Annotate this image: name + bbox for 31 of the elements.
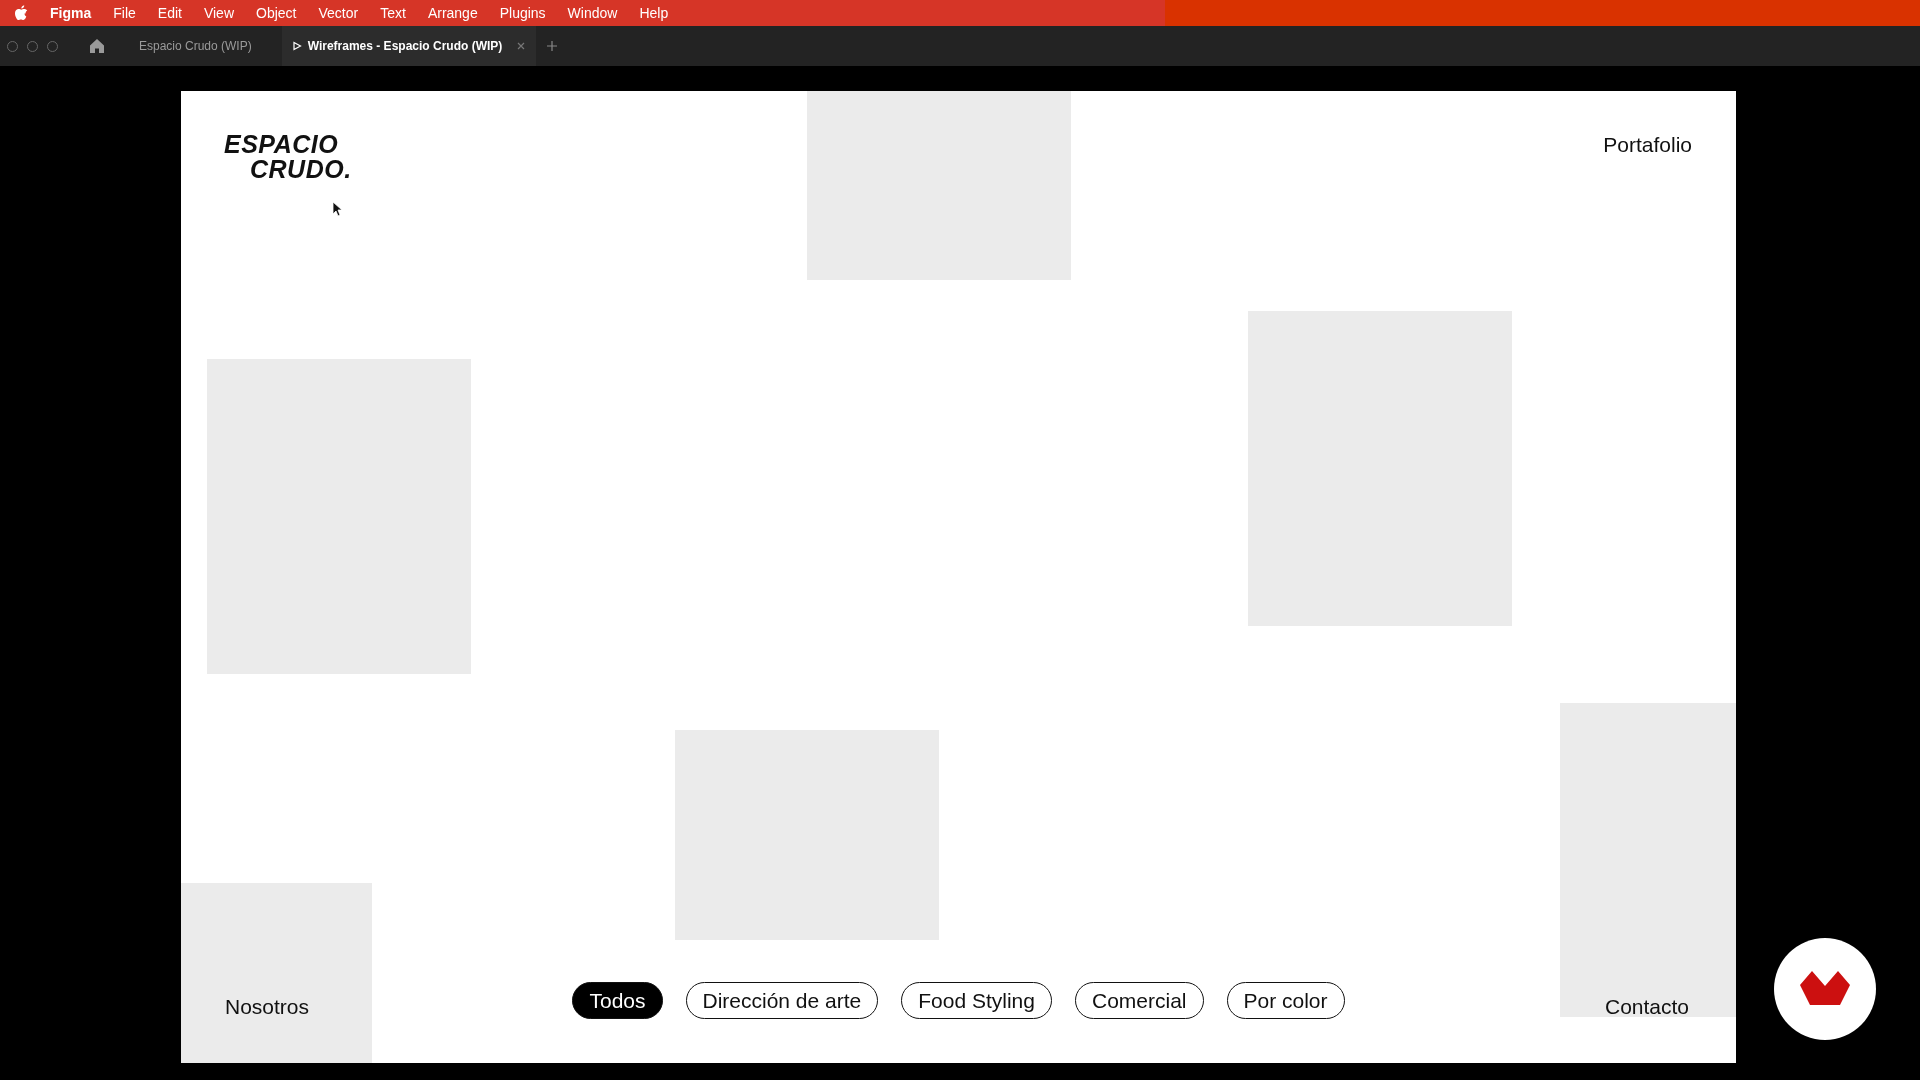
cursor-icon	[332, 201, 342, 217]
menu-item[interactable]: Object	[256, 5, 297, 21]
tab-label: Wireframes - Espacio Crudo (WIP)	[307, 39, 503, 53]
menu-item[interactable]: Window	[567, 5, 618, 21]
add-tab-icon[interactable]	[546, 40, 559, 52]
file-tab[interactable]: Wireframes - Espacio Crudo (WIP)	[281, 26, 537, 66]
menu-item[interactable]: Edit	[157, 5, 182, 21]
chevron-logo-icon	[1800, 971, 1850, 1007]
nav-link[interactable]: Contacto	[1605, 995, 1690, 1019]
menu-item[interactable]: Vector	[318, 5, 359, 21]
nav-link[interactable]: Nosotros	[225, 995, 310, 1019]
filter-chip[interactable]: Food Styling	[901, 982, 1052, 1019]
menu-item[interactable]: Help	[639, 5, 669, 21]
filter-chip[interactable]: Comercial	[1075, 982, 1204, 1019]
filter-chip[interactable]: Todos	[572, 982, 663, 1019]
apple-icon[interactable]	[14, 5, 28, 21]
file-tab[interactable]: Espacio Crudo (WIP)	[129, 26, 262, 66]
menu-item[interactable]: Plugins	[499, 5, 546, 21]
logo[interactable]: ESPACIO CRUDO.	[224, 132, 352, 182]
home-icon[interactable]	[89, 38, 105, 54]
close-icon[interactable]	[516, 41, 527, 51]
filter-chip[interactable]: Por color	[1226, 982, 1345, 1019]
nav-link[interactable]: Portafolio	[1603, 133, 1692, 157]
app-menu[interactable]: Figma	[50, 5, 92, 21]
filter-chip[interactable]: Dirección de arte	[685, 982, 879, 1019]
menu-item[interactable]: View	[203, 5, 234, 21]
menu-item[interactable]: File	[113, 5, 136, 21]
tab-label: Espacio Crudo (WIP)	[139, 39, 252, 53]
menu-item[interactable]: Arrange	[427, 5, 478, 21]
play-icon	[291, 41, 302, 51]
menu-item[interactable]: Text	[380, 5, 406, 21]
